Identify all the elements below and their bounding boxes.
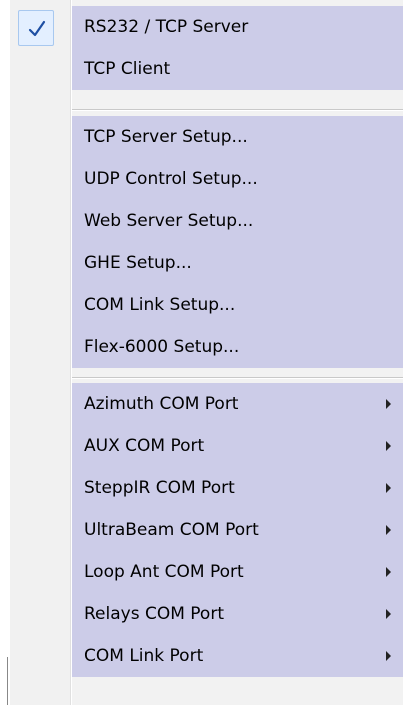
checkmark-box: [18, 10, 54, 46]
menu-item-label: Flex-6000 Setup...: [84, 337, 240, 357]
menu-item-flex-6000-setup[interactable]: Flex-6000 Setup...: [72, 326, 403, 368]
menu-item-udp-control-setup[interactable]: UDP Control Setup...: [72, 158, 403, 200]
checkmark-icon: [28, 20, 46, 37]
window-edge-mark: [7, 657, 8, 705]
menu-item-label: COM Link Port: [84, 646, 204, 666]
menu-item-label: Relays COM Port: [84, 604, 224, 624]
menu-item-label: Loop Ant COM Port: [84, 562, 244, 582]
separator-highlight: [72, 378, 403, 379]
window-edge: [0, 0, 10, 705]
menu-item-steppir-com-port[interactable]: SteppIR COM Port: [72, 467, 403, 509]
menu-item-label: TCP Client: [84, 59, 171, 79]
menu-item-azimuth-com-port[interactable]: Azimuth COM Port: [72, 383, 403, 425]
menu-item-com-link-port[interactable]: COM Link Port: [72, 635, 403, 677]
menu-item-loop-ant-com-port[interactable]: Loop Ant COM Port: [72, 551, 403, 593]
menu-item-rs232-tcp-server[interactable]: RS232 / TCP Server: [72, 6, 403, 48]
menu-item-com-link-setup[interactable]: COM Link Setup...: [72, 284, 403, 326]
menu-item-label: TCP Server Setup...: [84, 127, 248, 147]
menu-item-label: UltraBeam COM Port: [84, 520, 259, 540]
menu-item-label: AUX COM Port: [84, 436, 205, 456]
submenu-arrow-icon: [386, 651, 391, 661]
menu-item-ghe-setup[interactable]: GHE Setup...: [72, 242, 403, 284]
context-menu: RS232 / TCP Server TCP Client TCP Server S…: [0, 0, 403, 705]
menu-item-label: RS232 / TCP Server: [84, 17, 249, 37]
menu-item-label: Azimuth COM Port: [84, 394, 239, 414]
submenu-arrow-icon: [386, 525, 391, 535]
menu-separator: [72, 108, 403, 112]
menu-separator: [72, 376, 403, 380]
submenu-arrow-icon: [386, 609, 391, 619]
menu-item-label: Web Server Setup...: [84, 211, 254, 231]
menu-item-ultrabeam-com-port[interactable]: UltraBeam COM Port: [72, 509, 403, 551]
menu-item-relays-com-port[interactable]: Relays COM Port: [72, 593, 403, 635]
separator-highlight: [72, 110, 403, 111]
submenu-arrow-icon: [386, 441, 391, 451]
menu-item-label: SteppIR COM Port: [84, 478, 235, 498]
submenu-arrow-icon: [386, 399, 391, 409]
menu-item-label: GHE Setup...: [84, 253, 192, 273]
menu-item-web-server-setup[interactable]: Web Server Setup...: [72, 200, 403, 242]
menu-item-tcp-server-setup[interactable]: TCP Server Setup...: [72, 116, 403, 158]
submenu-arrow-icon: [386, 567, 391, 577]
menu-item-label: COM Link Setup...: [84, 295, 236, 315]
submenu-arrow-icon: [386, 483, 391, 493]
menu-gutter: [10, 0, 70, 705]
menu-item-aux-com-port[interactable]: AUX COM Port: [72, 425, 403, 467]
menu-item-tcp-client[interactable]: TCP Client: [72, 48, 403, 90]
menu-item-label: UDP Control Setup...: [84, 169, 258, 189]
